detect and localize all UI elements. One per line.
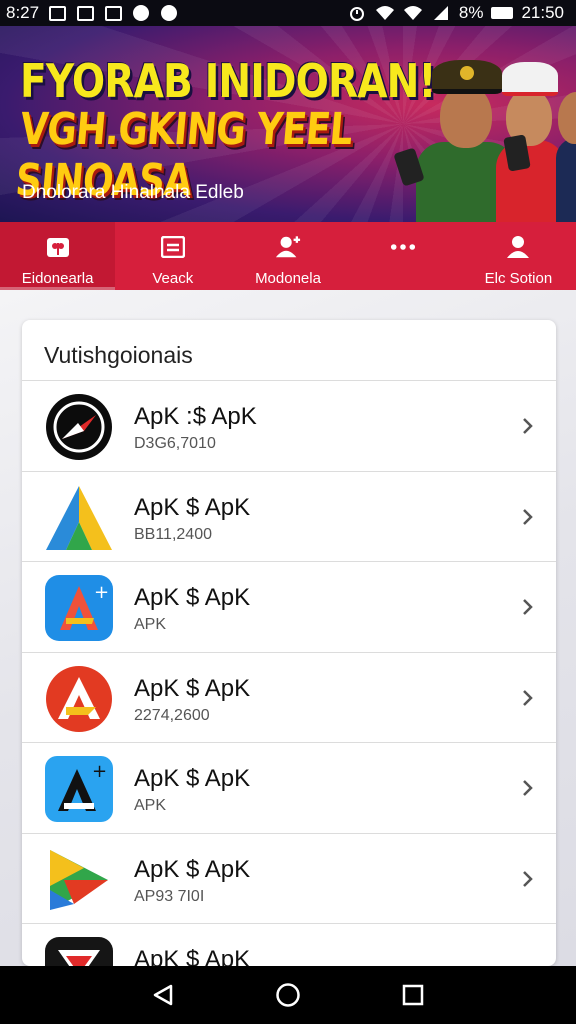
tab-list[interactable]: Veack [115,222,230,290]
chevron-right-icon [523,508,533,525]
recents-icon[interactable] [398,980,428,1010]
back-icon[interactable] [148,980,178,1010]
blue-a-plus-app-icon: + [44,574,114,642]
chevron-right-icon [523,418,533,434]
app-subtitle: AP93 7I0I [134,887,205,905]
chevron-right-icon [523,599,533,615]
tab-label: Eidonearla [21,270,94,287]
signal-icon [431,4,451,22]
mail-icon [47,4,67,22]
app-subtitle: 2274,2600 [134,706,210,724]
banner-person-navy [556,58,576,222]
record-icon [159,4,179,22]
home-icon[interactable] [273,980,303,1010]
triangle-a-app-icon [44,484,114,552]
app-title: ApK $ ApK [134,855,251,883]
list-item[interactable]: + ApK $ ApK APK [22,742,556,833]
status-time-left: 8:27 [6,3,40,22]
list-item[interactable]: ApK $ ApK AP93 7I0I [22,832,556,924]
section-title: Vutishgoionais [44,342,193,368]
chevron-right-icon [523,870,533,887]
app-subtitle: APK [134,616,167,633]
tab-bar: Eidonearla Veack Modonela Elc Sotion [0,222,576,290]
tab-home[interactable]: Eidonearla [0,222,116,290]
banner-title-line1: FYORAB INIDORAN! [20,54,436,108]
app-subtitle: D3G6,7010 [134,435,216,452]
app-subtitle: APK [134,797,167,814]
app-title: ApK $ ApK [134,493,251,521]
tab-label: Veack [152,270,194,287]
wifi-icon [375,4,395,22]
gift-icon [45,234,71,260]
svg-text:+: + [94,582,109,603]
edit-icon [103,4,123,22]
list-icon [160,234,186,260]
app-subtitle: BB11,2400 [134,525,212,543]
dark-app-icon [44,936,114,966]
system-nav-bar [0,966,576,1024]
chevron-right-icon [523,689,533,706]
app-title: ApK :$ ApK [134,403,257,430]
colorful-a-app-icon [44,846,114,914]
tab-label: Modonela [255,270,321,287]
app-list: ApK :$ ApK D3G6,7010 ApK $ ApK BB11,2400… [22,380,556,966]
user-icon [505,234,531,260]
wifi-2-icon [403,4,423,22]
blue-a-cross-app-icon: + [44,755,114,823]
app-title: ApK $ ApK [134,946,251,966]
promo-banner[interactable]: FYORAB INIDORAN! VGH.GKING YEEL SINOASA … [0,26,576,222]
list-item[interactable]: + ApK $ ApK APK [22,561,556,652]
tools-icon [75,4,95,22]
svg-text:+: + [92,761,107,782]
media-icon [131,4,151,22]
app-list-card: Vutishgoionais ApK :$ ApK D3G6,7010 ApK … [22,320,556,966]
chevron-right-icon [523,780,533,796]
tab-label: Elc Sotion [484,270,553,287]
more-dots-icon [390,234,416,260]
tab-more[interactable] [346,222,461,290]
list-item[interactable]: ApK :$ ApK D3G6,7010 [22,380,556,471]
battery-percent: 8% [458,3,484,22]
list-item[interactable]: ApK $ ApK BB11,2400 [22,470,556,562]
status-bar: 8:27 8% 21:50 [0,0,576,26]
banner-subtitle: Dnolorara Hinalnala Edleb [22,182,244,203]
app-title: ApK $ ApK [134,584,251,611]
tab-profile-add[interactable]: Modonela [230,222,345,290]
red-a-app-icon [44,665,114,733]
tab-account[interactable]: Elc Sotion [461,222,576,290]
battery-icon [491,7,514,19]
app-title: ApK $ ApK [134,674,251,702]
status-time-right: 21:50 [521,3,564,22]
user-add-icon [275,234,301,260]
list-item[interactable]: ApK $ ApK 2274,2600 [22,651,556,743]
compass-app-icon [44,393,114,461]
alarm-icon [347,4,367,22]
list-item[interactable]: ApK $ ApK [22,923,556,966]
app-title: ApK $ ApK [134,765,251,792]
